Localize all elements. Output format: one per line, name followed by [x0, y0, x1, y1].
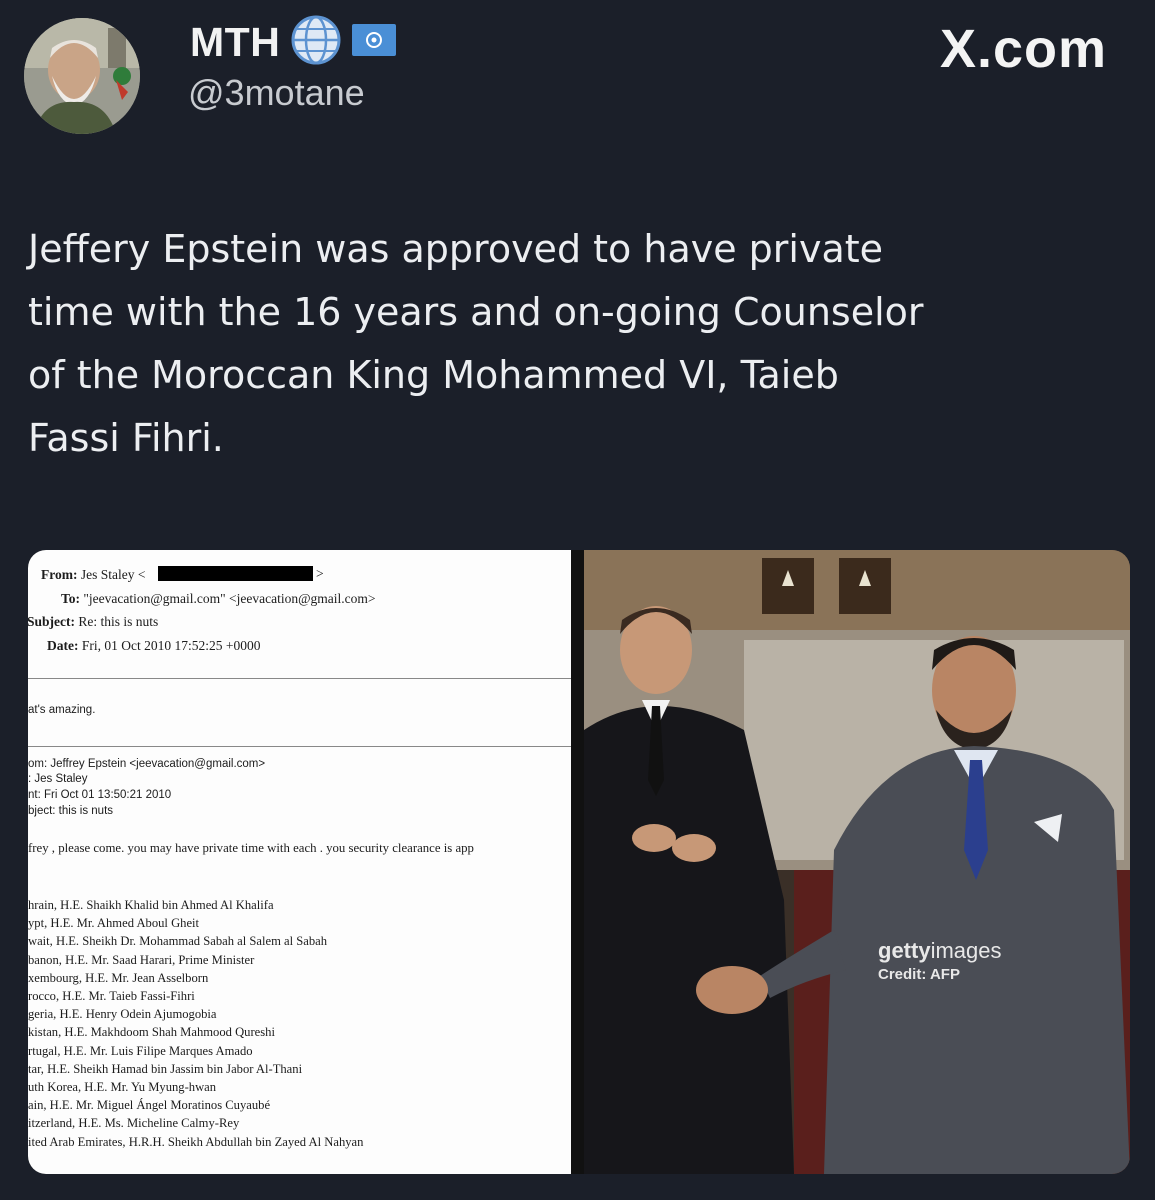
list-item: tar, H.E. Sheikh Hamad bin Jassim bin Ja…	[28, 1061, 303, 1076]
list-item: rocco, H.E. Mr. Taieb Fassi-Fihri	[28, 989, 195, 1004]
un-flag-icon	[352, 24, 397, 60]
list-item: rtugal, H.E. Mr. Luis Filipe Marques Ama…	[28, 1043, 253, 1058]
redaction-bar	[158, 566, 313, 581]
email-from-line: From: Jes Staley <	[41, 567, 145, 583]
list-item: wait, H.E. Sheikh Dr. Mohammad Sabah al …	[28, 934, 328, 949]
brand-label: X.com	[939, 19, 1107, 79]
post-line: of the Moroccan King Mohammed VI, Taieb	[28, 353, 839, 397]
email-date-label: Date:	[47, 638, 79, 653]
display-name[interactable]: MTH	[190, 19, 280, 66]
list-item: kistan, H.E. Makhdoom Shah Mahmood Qures…	[28, 1025, 275, 1040]
email-subject-label: Subject:	[28, 614, 75, 629]
list-item: xembourg, H.E. Mr. Jean Asselborn	[28, 970, 209, 985]
email-document-image[interactable]: From: Jes Staley < > To: "jeevacation@gm…	[28, 550, 571, 1174]
globe-verified-icon	[290, 14, 342, 70]
list-item: itzerland, H.E. Ms. Micheline Calmy-Rey	[28, 1116, 240, 1131]
list-item: ypt, H.E. Mr. Ahmed Aboul Gheit	[28, 916, 200, 931]
list-item: banon, H.E. Mr. Saad Harari, Prime Minis…	[28, 952, 255, 967]
minister-list: hrain, H.E. Shaikh Khalid bin Ahmed Al K…	[28, 896, 363, 1151]
orig-sent: nt: Fri Oct 01 13:50:21 2010	[28, 789, 172, 801]
email-date-value: Fri, 01 Oct 2010 17:52:25 +0000	[81, 638, 261, 653]
email-body: frey , please come. you may have private…	[28, 841, 474, 855]
orig-from: om: Jeffrey Epstein <jeevacation@gmail.c…	[28, 758, 266, 770]
orig-to: : Jes Staley	[28, 773, 88, 785]
divider	[28, 678, 571, 679]
email-subject-line: Subject: Re: this is nuts	[28, 614, 158, 630]
getty-watermark-rest: images	[930, 938, 1002, 963]
post-line: Fassi Fihri.	[28, 416, 224, 460]
orig-subject: bject: this is nuts	[28, 805, 114, 817]
handshake-photo[interactable]: gettyimages Credit: AFP	[584, 550, 1130, 1174]
email-to-label: To:	[61, 591, 81, 606]
email-from-label: From:	[41, 567, 78, 582]
email-reply: at's amazing.	[28, 704, 96, 716]
profile-handle[interactable]: @3motane	[188, 72, 365, 114]
getty-watermark-bold: getty	[878, 938, 931, 963]
post-line: time with the 16 years and on-going Coun…	[28, 290, 924, 334]
email-to-value: "jeevacation@gmail.com" <jeevacation@gma…	[83, 591, 376, 606]
profile-name-row: MTH	[190, 14, 397, 70]
email-to-line: To: "jeevacation@gmail.com" <jeevacation…	[61, 591, 376, 607]
email-from-value: Jes Staley <	[80, 567, 146, 582]
post-media[interactable]: From: Jes Staley < > To: "jeevacation@gm…	[28, 550, 1130, 1174]
list-item: uth Korea, H.E. Mr. Yu Myung-hwan	[28, 1080, 217, 1095]
photo-illustration	[584, 550, 1130, 1174]
photo-credit: Credit: AFP	[878, 966, 960, 983]
post-text: Jeffery Epstein was approved to have pri…	[28, 218, 1128, 470]
email-subject-value: Re: this is nuts	[78, 614, 159, 629]
divider	[28, 746, 571, 747]
list-item: geria, H.E. Henry Odein Ajumogobia	[28, 1007, 217, 1022]
email-date-line: Date: Fri, 01 Oct 2010 17:52:25 +0000	[47, 638, 260, 654]
list-item: ain, H.E. Mr. Miguel Ángel Moratinos Cuy…	[28, 1098, 271, 1113]
list-item: ited Arab Emirates, H.R.H. Sheikh Abdull…	[28, 1134, 364, 1149]
profile-avatar[interactable]	[24, 18, 140, 134]
list-item: hrain, H.E. Shaikh Khalid bin Ahmed Al K…	[28, 898, 274, 912]
getty-watermark: gettyimages Credit: AFP	[878, 938, 1001, 983]
post-line: Jeffery Epstein was approved to have pri…	[28, 227, 884, 271]
